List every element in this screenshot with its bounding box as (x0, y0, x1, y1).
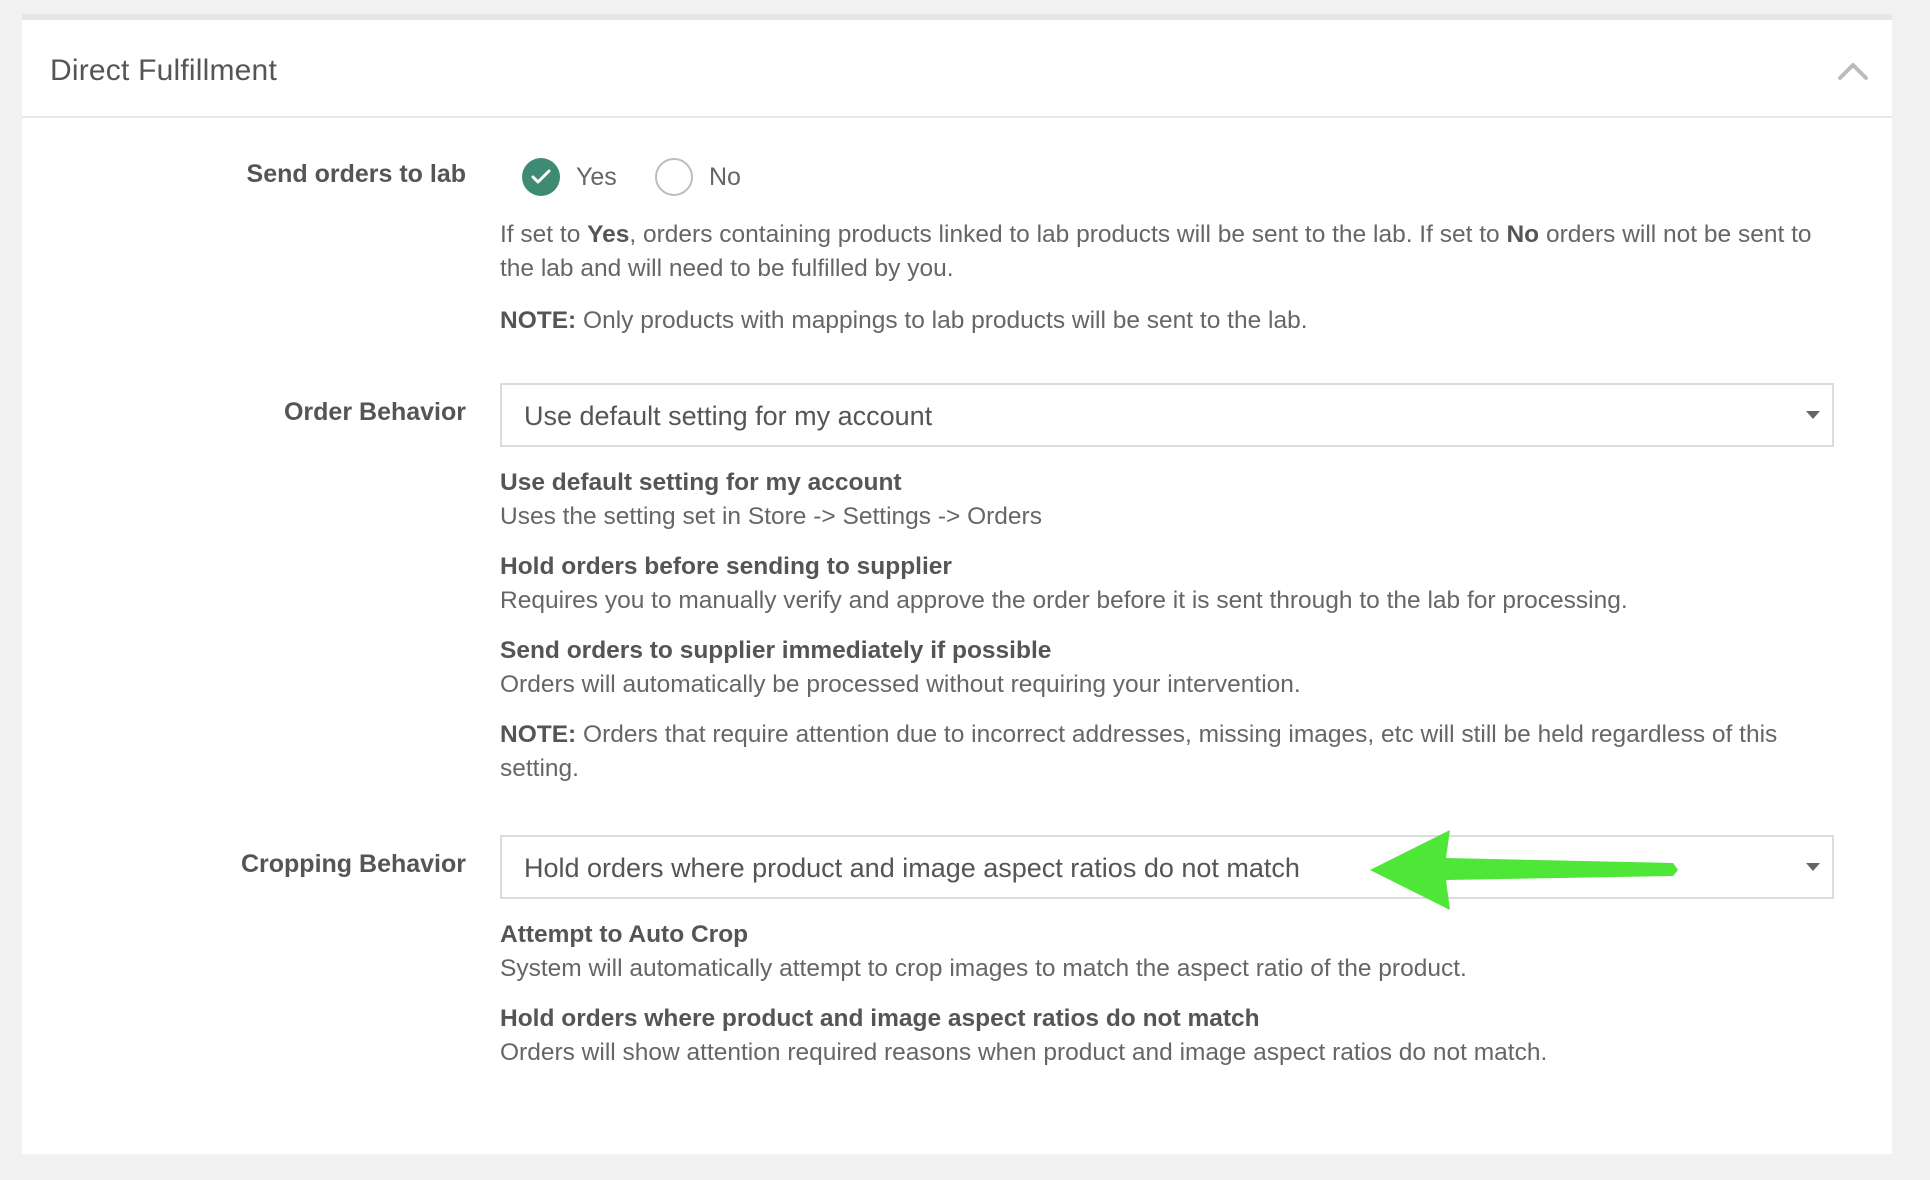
caret-down-icon (1806, 863, 1820, 871)
radio-yes-circle[interactable] (522, 158, 560, 196)
desc-yes-bold: Yes (587, 221, 630, 248)
option-block: Hold orders where product and image aspe… (500, 1002, 1830, 1070)
cropping-behavior-value: Hold orders where product and image aspe… (524, 853, 1300, 883)
option-title: Hold orders where product and image aspe… (500, 1005, 1260, 1032)
radio-no-circle[interactable] (655, 158, 693, 196)
option-block: Hold orders before sending to supplier R… (500, 550, 1830, 618)
chevron-up-icon[interactable] (1836, 58, 1870, 82)
option-title: Send orders to supplier immediately if p… (500, 637, 1052, 664)
desc-no-bold: No (1506, 221, 1540, 248)
cropping-behavior-options: Attempt to Auto Crop System will automat… (500, 918, 1830, 1086)
green-arrow (1370, 830, 1678, 910)
order-behavior-options: Use default setting for my account Uses … (500, 466, 1830, 786)
option-desc: Uses the setting set in Store -> Setting… (500, 503, 1042, 530)
order-behavior-select[interactable]: Use default setting for my account (500, 383, 1834, 447)
order-behavior-value: Use default setting for my account (524, 401, 933, 431)
option-desc: Orders will show attention required reas… (500, 1039, 1548, 1066)
order-behavior-label: Order Behavior (283, 398, 466, 426)
option-title: Hold orders before sending to supplier (500, 553, 952, 580)
check-icon (531, 169, 551, 184)
caret-down-icon (1806, 411, 1820, 419)
option-title: Attempt to Auto Crop (500, 921, 749, 948)
order-behavior-note: NOTE: Orders that require attention due … (500, 721, 1778, 782)
option-block: Send orders to supplier immediately if p… (500, 634, 1830, 702)
option-block: Attempt to Auto Crop System will automat… (500, 918, 1830, 986)
cropping-behavior-label: Cropping Behavior (240, 850, 466, 878)
option-block: Use default setting for my account Uses … (500, 466, 1830, 534)
radio-yes-label: Yes (576, 162, 617, 191)
option-desc: System will automatically attempt to cro… (500, 955, 1467, 982)
option-title: Use default setting for my account (500, 469, 902, 496)
radio-yes[interactable]: Yes (522, 158, 617, 196)
panel-header[interactable]: Direct Fulfillment (22, 20, 1892, 118)
send-orders-description: If set to Yes, orders containing product… (500, 218, 1830, 338)
option-desc: Requires you to manually verify and appr… (500, 587, 1628, 614)
send-orders-desc: If set to Yes, orders containing product… (500, 221, 1812, 282)
option-desc: Orders will automatically be processed w… (500, 671, 1301, 698)
panel-title: Direct Fulfillment (50, 54, 277, 87)
send-orders-note: NOTE: Only products with mappings to lab… (500, 307, 1308, 334)
send-orders-label: Send orders to lab (246, 160, 466, 188)
radio-no-label: No (709, 162, 741, 191)
radio-no[interactable]: No (655, 158, 741, 196)
